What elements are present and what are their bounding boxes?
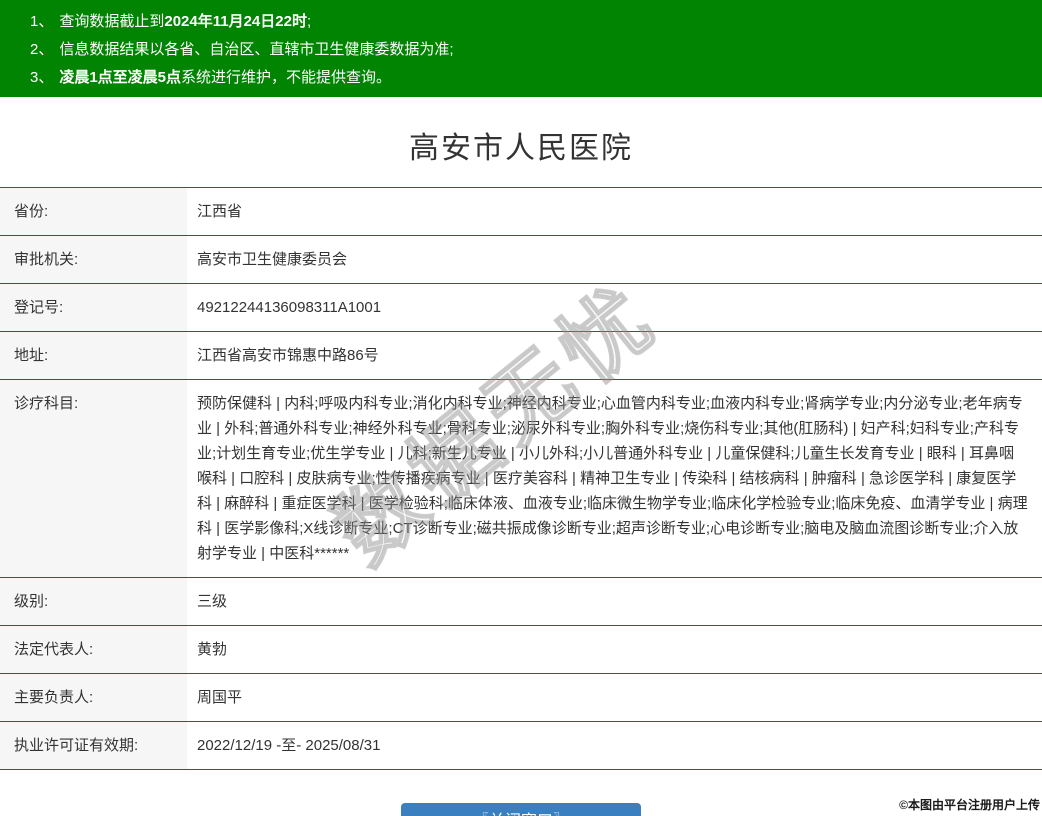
table-row-registration-number: 登记号: 49212244136098311A1001 (0, 283, 1042, 332)
copyright-note: ©本图由平台注册用户上传 (899, 798, 1040, 812)
notice-number: 3、 (30, 69, 54, 86)
notice-text-end: 系统进行维护，不能提供查询。 (181, 69, 392, 86)
notice-line-3: 3、 凌晨1点至凌晨5点系统进行维护，不能提供查询。 (30, 64, 1032, 92)
row-label: 法定代表人: (0, 625, 187, 674)
notice-bar: 1、 查询数据截止到2024年11月24日22时; 2、 信息数据结果以各省、自治区… (0, 0, 1042, 97)
row-value: 49212244136098311A1001 (187, 283, 1042, 332)
hospital-info-table: 省份: 江西省 审批机关: 高安市卫生健康委员会 登记号: 4921224413… (0, 187, 1042, 770)
row-value: 三级 (187, 577, 1042, 626)
button-area: 〖关闭窗口〗 (0, 803, 1042, 816)
row-label: 级别: (0, 577, 187, 626)
row-value: 高安市卫生健康委员会 (187, 235, 1042, 284)
row-value: 预防保健科 | 内科;呼吸内科专业;消化内科专业;神经内科专业;心血管内科专业;… (187, 379, 1042, 578)
table-row-medical-subjects: 诊疗科目: 预防保健科 | 内科;呼吸内科专业;消化内科专业;神经内科专业;心血… (0, 379, 1042, 578)
notice-text-end: ; (306, 13, 312, 30)
row-value: 江西省高安市锦惠中路86号 (187, 331, 1042, 380)
row-value: 周国平 (187, 673, 1042, 722)
row-label: 地址: (0, 331, 187, 380)
row-label: 诊疗科目: (0, 379, 187, 578)
row-label: 审批机关: (0, 235, 187, 284)
table-row-address: 地址: 江西省高安市锦惠中路86号 (0, 331, 1042, 380)
notice-number: 1、 (30, 13, 54, 30)
table-row-province: 省份: 江西省 (0, 187, 1042, 236)
notice-number: 2、 (30, 41, 54, 58)
notice-line-1: 1、 查询数据截止到2024年11月24日22时; (30, 8, 1032, 36)
row-label: 主要负责人: (0, 673, 187, 722)
table-row-level: 级别: 三级 (0, 577, 1042, 626)
notice-bold-text: 凌晨1点至凌晨5点 (59, 69, 182, 86)
page-title: 高安市人民医院 (409, 132, 633, 165)
row-label: 省份: (0, 187, 187, 236)
table-row-main-person-in-charge: 主要负责人: 周国平 (0, 673, 1042, 722)
row-value: 2022/12/19 -至- 2025/08/31 (187, 721, 1042, 770)
close-window-button[interactable]: 〖关闭窗口〗 (401, 803, 641, 816)
table-row-approval-authority: 审批机关: 高安市卫生健康委员会 (0, 235, 1042, 284)
row-label: 登记号: (0, 283, 187, 332)
row-value: 黄勃 (187, 625, 1042, 674)
notice-text: 查询数据截止到 (59, 13, 165, 30)
table-row-license-validity: 执业许可证有效期: 2022/12/19 -至- 2025/08/31 (0, 721, 1042, 770)
row-label: 执业许可证有效期: (0, 721, 187, 770)
notice-bold-text: 2024年11月24日22时 (164, 13, 307, 30)
row-value: 江西省 (187, 187, 1042, 236)
notice-text: 信息数据结果以各省、自治区、直辖市卫生健康委数据为准; (59, 41, 454, 58)
notice-line-2: 2、 信息数据结果以各省、自治区、直辖市卫生健康委数据为准; (30, 36, 1032, 64)
table-row-legal-representative: 法定代表人: 黄勃 (0, 625, 1042, 674)
